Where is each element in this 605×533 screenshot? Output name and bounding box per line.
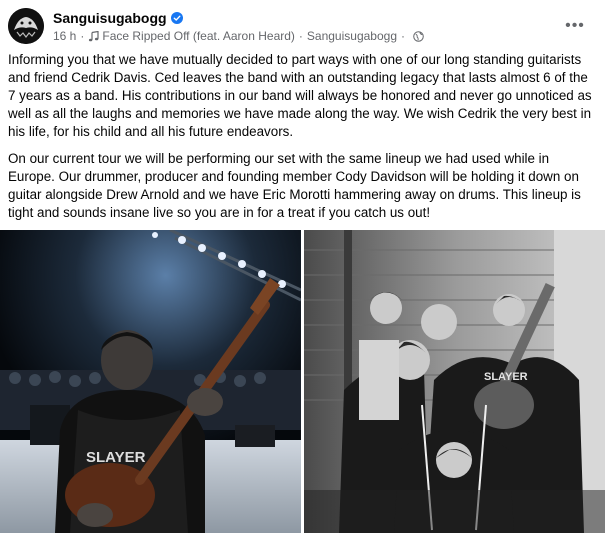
facebook-post: Sanguisugabogg 16 h · Face Ripped Off (f… [0,0,605,533]
name-row: Sanguisugabogg [53,9,183,27]
post-header: Sanguisugabogg 16 h · Face Ripped Off (f… [8,6,597,46]
photo-guitarist-live[interactable]: SLAYER [0,230,301,533]
post-meta: 16 h · Face Ripped Off (feat. Aaron Hear… [53,28,424,44]
song-title-link[interactable]: Face Ripped Off (feat. Aaron Heard) [102,29,295,43]
post-paragraph-2: On our current tour we will be performin… [8,151,581,220]
song-artist-link[interactable]: Sanguisugabogg [307,29,397,43]
more-options-button[interactable]: ••• [561,12,589,40]
photo-grid: SLAYER SLAYER [0,230,605,533]
band-logo-icon [8,8,44,44]
post-text: Informing you that we have mutually deci… [8,51,598,231]
separator-dot: · [401,29,405,43]
right-shirt-print: SLAYER [484,371,528,383]
verified-badge-icon [170,12,183,24]
music-note-icon [89,30,99,41]
separator-dot: · [80,29,85,43]
post-paragraph-1: Informing you that we have mutually deci… [8,52,592,139]
band-group-photo-image: SLAYER [304,230,605,533]
page-avatar[interactable] [8,8,44,44]
photo-band-group[interactable]: SLAYER [304,230,605,533]
guitarist-photo-image: SLAYER [0,230,301,533]
more-dots-icon: ••• [565,17,585,34]
post-timestamp[interactable]: 16 h [53,29,76,43]
globe-icon[interactable] [413,30,424,42]
separator-dot: · [298,29,303,43]
page-name-link[interactable]: Sanguisugabogg [53,10,167,26]
